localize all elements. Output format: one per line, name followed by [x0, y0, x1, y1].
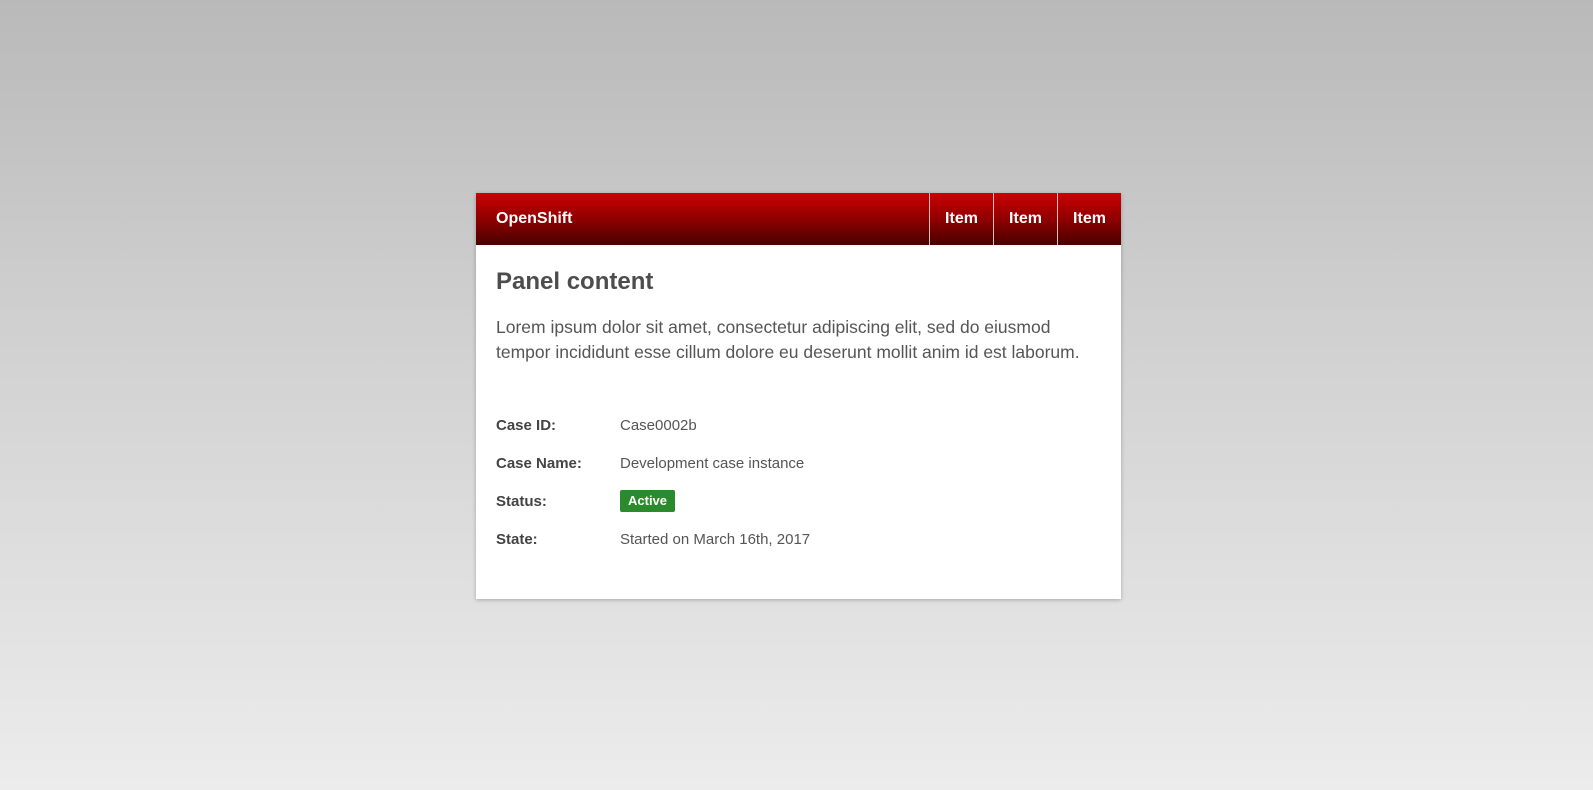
case-name-row: Case Name: Development case instance — [496, 444, 1101, 482]
case-name-label: Case Name: — [496, 454, 582, 472]
state-label: State: — [496, 530, 538, 548]
panel-description: Lorem ipsum dolor sit amet, consectetur … — [496, 317, 1080, 362]
case-details: Case ID: Case0002b Case Name: Developmen… — [496, 406, 1101, 558]
status-row: Status: Active — [496, 482, 1101, 520]
case-id-row: Case ID: Case0002b — [496, 406, 1101, 444]
state-row: State: Started on March 16th, 2017 — [496, 520, 1101, 558]
case-name-value: Development case instance — [620, 454, 805, 472]
case-id-value: Case0002b — [620, 416, 697, 434]
navbar: OpenShift Item Item Item — [476, 193, 1121, 245]
panel-body: Panel content Lorem ipsum dolor sit amet… — [476, 245, 1121, 578]
nav-item-2[interactable]: Item — [993, 193, 1057, 245]
nav-item-1[interactable]: Item — [929, 193, 993, 245]
brand-link[interactable]: OpenShift — [476, 193, 929, 245]
status-badge: Active — [620, 490, 676, 512]
nav-items: Item Item Item — [929, 193, 1121, 245]
nav-item-3[interactable]: Item — [1057, 193, 1121, 245]
case-id-label: Case ID: — [496, 416, 557, 434]
status-label: Status: — [496, 492, 547, 510]
panel-card: OpenShift Item Item Item Panel content L… — [476, 193, 1121, 599]
panel-title: Panel content — [496, 268, 654, 295]
state-value: Started on March 16th, 2017 — [620, 530, 811, 548]
